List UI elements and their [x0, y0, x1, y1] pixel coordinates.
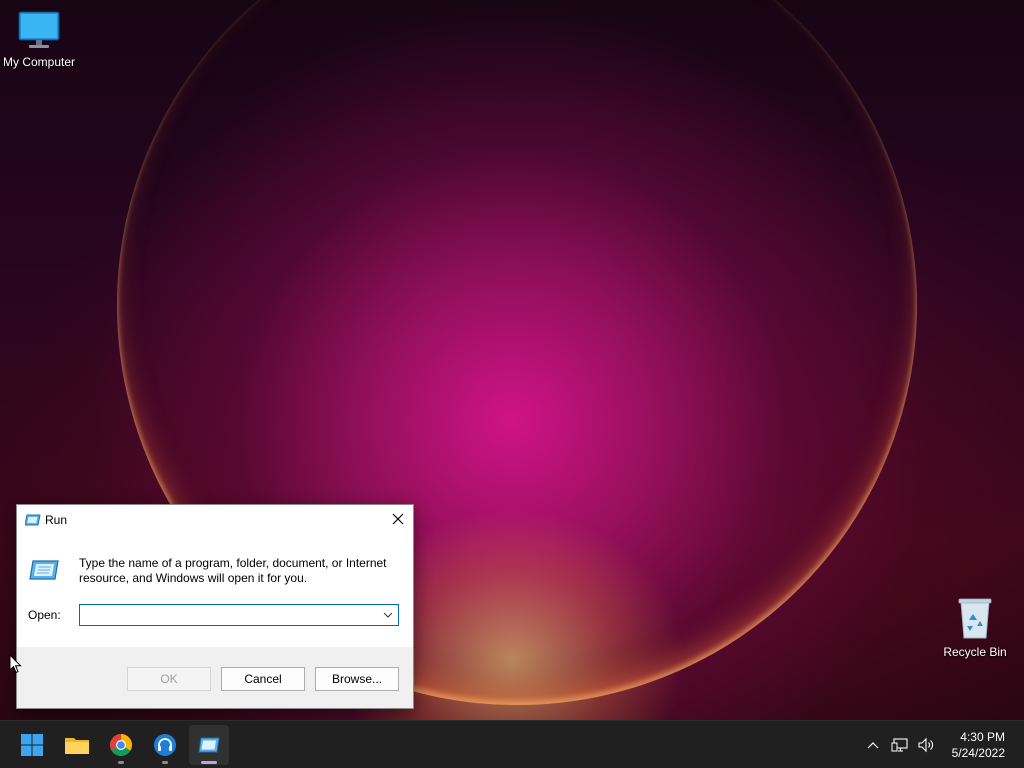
browse-button[interactable]: Browse... — [315, 667, 399, 691]
open-label: Open: — [28, 608, 61, 622]
network-button[interactable] — [889, 733, 911, 757]
ok-button[interactable]: OK — [127, 667, 211, 691]
taskbar-clock[interactable]: 4:30 PM 5/24/2022 — [952, 729, 1005, 761]
run-app-icon — [198, 737, 220, 753]
network-icon — [891, 738, 908, 752]
cancel-button[interactable]: Cancel — [221, 667, 305, 691]
chevron-down-icon — [383, 612, 393, 618]
clock-time: 4:30 PM — [960, 730, 1005, 744]
run-app-icon — [25, 514, 41, 526]
desktop-icon-label: Recycle Bin — [943, 645, 1007, 659]
run-dialog-footer: OK Cancel Browse... — [17, 647, 413, 708]
running-indicator — [162, 761, 168, 764]
taskbar-chrome[interactable] — [101, 725, 141, 765]
taskbar-run[interactable] — [189, 725, 229, 765]
open-dropdown-button[interactable] — [378, 605, 398, 625]
recycle-bin-icon — [958, 598, 992, 639]
taskbar-file-explorer[interactable] — [57, 725, 97, 765]
volume-icon — [918, 737, 933, 753]
active-indicator — [201, 761, 217, 764]
open-input[interactable] — [80, 605, 384, 625]
headphones-app-icon — [154, 734, 176, 756]
start-button[interactable] — [12, 725, 52, 765]
show-hidden-icons-button[interactable] — [864, 733, 882, 757]
desktop-icon-my-computer[interactable]: My Computer — [0, 10, 79, 69]
taskbar-headphones-app[interactable] — [145, 725, 185, 765]
desktop-icon-recycle-bin[interactable]: Recycle Bin — [935, 596, 1015, 659]
close-icon — [392, 513, 404, 525]
clock-date: 5/24/2022 — [951, 746, 1005, 760]
chevron-up-icon — [867, 742, 879, 749]
taskbar: 4:30 PM 5/24/2022 — [0, 720, 1024, 768]
running-indicator — [118, 761, 124, 764]
mouse-cursor-icon — [9, 654, 22, 674]
close-button[interactable] — [383, 505, 413, 533]
start-windows-icon — [21, 734, 43, 756]
run-dialog-title: Run — [45, 513, 68, 527]
run-dialog: Run Type the name of a program, folder, … — [16, 504, 414, 709]
volume-button[interactable] — [915, 733, 937, 757]
desktop-icon-label: My Computer — [2, 55, 76, 69]
chrome-icon — [110, 734, 132, 756]
open-combobox[interactable] — [79, 604, 399, 626]
run-dialog-titlebar[interactable]: Run — [17, 505, 413, 535]
run-dialog-message: Type the name of a program, folder, docu… — [79, 556, 387, 585]
run-program-icon — [29, 560, 59, 580]
file-explorer-icon — [65, 738, 89, 754]
monitor-icon — [18, 11, 60, 48]
